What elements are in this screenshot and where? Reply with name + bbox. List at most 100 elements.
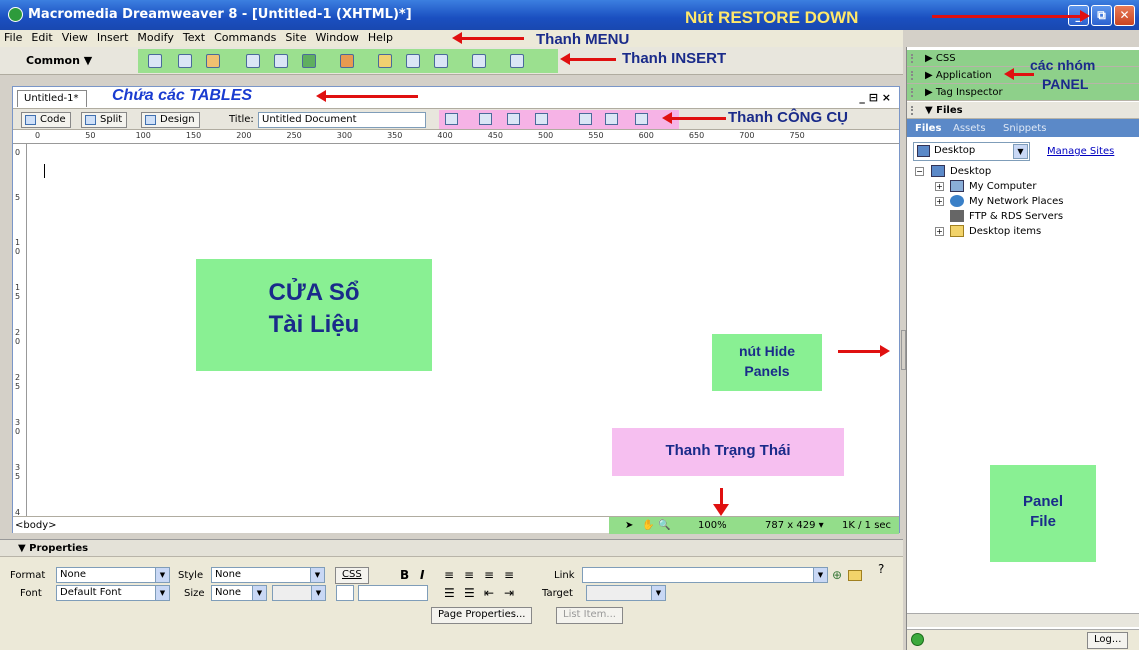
format-select[interactable]: None ▼: [56, 567, 170, 583]
ruler-mark: 300: [336, 131, 353, 140]
file-management-icon[interactable]: [507, 113, 520, 125]
ordered-list-icon[interactable]: ☰: [464, 586, 475, 600]
tree-label: Desktop items: [969, 226, 1042, 237]
table-icon[interactable]: [246, 54, 260, 68]
tab-snippets[interactable]: Snippets: [1003, 123, 1046, 134]
ruler-mark: 350: [387, 131, 403, 140]
css-button[interactable]: CSS: [335, 567, 369, 584]
size-select[interactable]: None ▼: [211, 585, 267, 601]
tree-item-desktop[interactable]: − Desktop: [915, 165, 991, 177]
view-options-icon[interactable]: [605, 113, 618, 125]
preview-browser-icon[interactable]: [535, 113, 548, 125]
annotation-arrowhead: [713, 504, 729, 516]
ruler-mark: 50: [85, 131, 96, 140]
split-view-label: Split: [100, 114, 123, 125]
layer-icon[interactable]: [274, 54, 288, 68]
italic-button[interactable]: I: [420, 568, 424, 582]
expand-icon[interactable]: +: [935, 182, 944, 191]
hand-tool-icon[interactable]: ✋: [642, 520, 654, 531]
menu-view[interactable]: View: [58, 30, 93, 44]
horizontal-ruler: 0 50 100 150 200 250 300 350 400 450 500 550 600 650 7…: [13, 130, 899, 144]
named-anchor-icon[interactable]: [206, 54, 220, 68]
design-view-button[interactable]: Design: [141, 112, 200, 128]
restore-down-button[interactable]: ⧉: [1091, 5, 1112, 26]
close-button[interactable]: ✕: [1114, 5, 1135, 26]
split-view-button[interactable]: Split: [81, 112, 128, 128]
code-view-button[interactable]: Code: [21, 112, 71, 128]
tree-item-ftp-servers[interactable]: FTP & RDS Servers: [950, 210, 1063, 222]
design-view-label: Design: [160, 114, 195, 125]
menu-help[interactable]: Help: [364, 30, 398, 44]
bold-button[interactable]: B: [400, 568, 409, 582]
unordered-list-icon[interactable]: ☰: [444, 586, 455, 600]
desktop-icon: [917, 145, 930, 157]
hyperlink-icon[interactable]: [148, 54, 162, 68]
text-cursor: [44, 164, 45, 178]
menu-text[interactable]: Text: [179, 30, 210, 44]
menu-modify[interactable]: Modify: [133, 30, 178, 44]
templates-icon[interactable]: [472, 54, 486, 68]
tree-item-network-places[interactable]: + My Network Places: [935, 195, 1063, 207]
point-to-file-icon[interactable]: ⊕: [832, 568, 842, 582]
tag-chooser-icon[interactable]: [510, 54, 524, 68]
link-input[interactable]: ▼: [582, 567, 828, 583]
menu-insert[interactable]: Insert: [93, 30, 134, 44]
window-size-select[interactable]: 787 x 429 ▾: [765, 520, 824, 531]
zoom-tool-icon[interactable]: 🔍: [658, 520, 670, 531]
menu-window[interactable]: Window: [312, 30, 364, 44]
tab-files[interactable]: Files: [915, 123, 941, 134]
insert-category-select[interactable]: Common ▼: [26, 54, 92, 67]
indent-icon[interactable]: ⇥: [504, 586, 514, 600]
outdent-icon[interactable]: ⇤: [484, 586, 494, 600]
font-select[interactable]: Default Font ▼: [56, 585, 170, 601]
server-side-include-icon[interactable]: [406, 54, 420, 68]
tag-selector[interactable]: <body>: [15, 520, 57, 531]
files-panel-header[interactable]: ▼ Files: [907, 102, 1139, 119]
browser-check-icon[interactable]: [445, 113, 458, 125]
menu-site[interactable]: Site: [281, 30, 311, 44]
images-icon[interactable]: [302, 54, 316, 68]
document-title-input[interactable]: Untitled Document: [258, 112, 426, 128]
expand-icon[interactable]: +: [935, 197, 944, 206]
justify-icon[interactable]: ≡: [504, 568, 514, 582]
collapse-icon[interactable]: −: [915, 167, 924, 176]
browse-folder-icon[interactable]: [848, 570, 862, 581]
panel-group-tag-inspector[interactable]: ▶ Tag Inspector: [907, 84, 1139, 101]
target-label: Target: [542, 588, 573, 599]
ruler-mark: 1 5: [15, 283, 21, 301]
site-select[interactable]: Desktop ▼: [913, 142, 1030, 161]
panel-group-css[interactable]: ▶ CSS: [907, 50, 1139, 67]
align-right-icon[interactable]: ≡: [484, 568, 494, 582]
align-center-icon[interactable]: ≡: [464, 568, 474, 582]
comment-icon[interactable]: [434, 54, 448, 68]
tree-item-my-computer[interactable]: + My Computer: [935, 180, 1036, 192]
menu-edit[interactable]: Edit: [27, 30, 57, 44]
align-left-icon[interactable]: ≡: [444, 568, 454, 582]
email-link-icon[interactable]: [178, 54, 192, 68]
visual-aids-icon[interactable]: [635, 113, 648, 125]
properties-header[interactable]: ▼ Properties: [0, 540, 903, 557]
menu-commands[interactable]: Commands: [210, 30, 281, 44]
expand-icon[interactable]: +: [935, 227, 944, 236]
page-properties-button[interactable]: Page Properties...: [431, 607, 533, 624]
log-button[interactable]: Log...: [1087, 632, 1129, 649]
manage-sites-link[interactable]: Manage Sites: [1047, 146, 1114, 157]
help-icon[interactable]: ?: [878, 562, 884, 576]
style-select[interactable]: None ▼: [211, 567, 325, 583]
media-icon[interactable]: [340, 54, 354, 68]
text-color-input[interactable]: [358, 585, 428, 601]
pointer-tool-icon[interactable]: ➤: [625, 520, 633, 531]
date-icon[interactable]: [378, 54, 392, 68]
menu-file[interactable]: File: [0, 30, 27, 44]
document-window-controls[interactable]: _ ⊟ ×: [859, 91, 891, 104]
refresh-icon[interactable]: [579, 113, 592, 125]
zoom-level-select[interactable]: 100%: [698, 520, 727, 531]
ruler-mark: 550: [588, 131, 604, 140]
document-tab[interactable]: Untitled-1*: [17, 90, 87, 107]
files-horizontal-scrollbar[interactable]: [907, 613, 1139, 627]
dreamweaver-app-icon[interactable]: [8, 7, 23, 22]
tree-item-desktop-items[interactable]: + Desktop items: [935, 225, 1042, 237]
validate-markup-icon[interactable]: [479, 113, 492, 125]
text-color-picker[interactable]: [336, 585, 354, 601]
tab-assets[interactable]: Assets: [953, 123, 986, 134]
